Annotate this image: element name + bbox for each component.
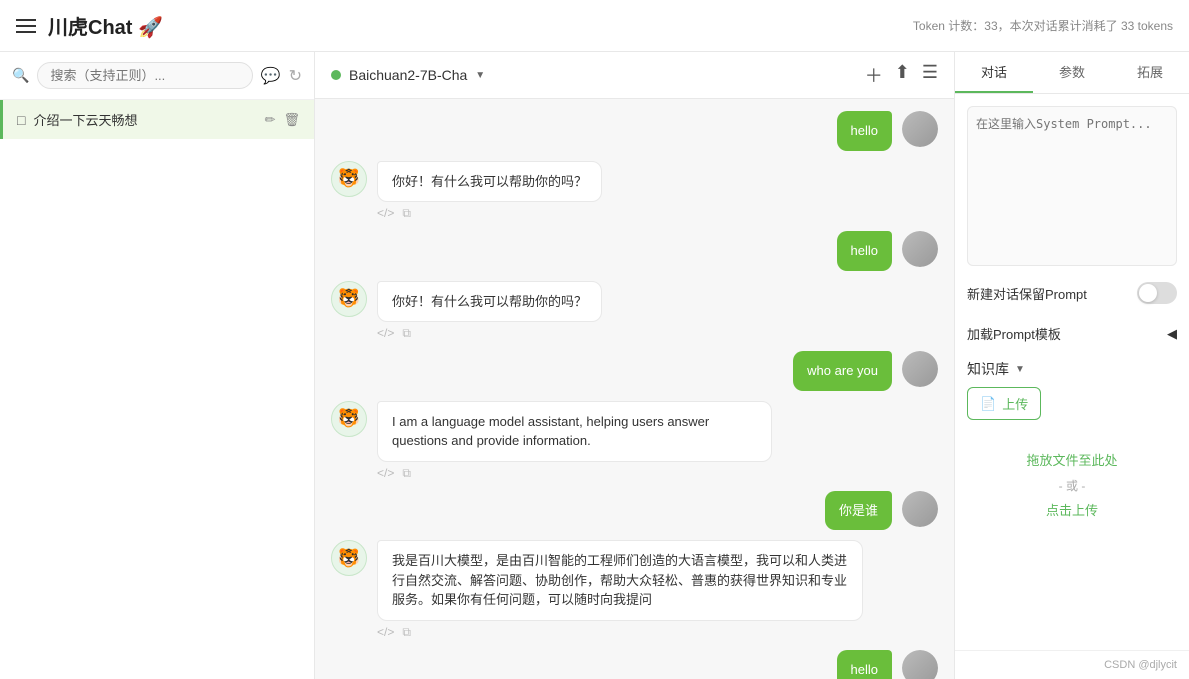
sidebar-item[interactable]: □ 介绍一下云天畅想 ✏ 🗑 <box>0 100 314 139</box>
search-icon: 🔍 <box>12 67 29 84</box>
avatar <box>902 650 938 679</box>
preserve-prompt-toggle[interactable] <box>1137 282 1177 304</box>
chat-header-actions: ＋ ⬆ ☰ <box>865 62 938 88</box>
refresh-icon[interactable]: ↻ <box>289 66 302 86</box>
code-icon[interactable]: </> <box>377 625 394 640</box>
main-layout: 🔍 💬 ↻ □ 介绍一下云天畅想 ✏ 🗑 Baichuan2-7B-Cha ▼ … <box>0 52 1189 679</box>
system-prompt-input[interactable] <box>967 106 1177 266</box>
upload-label: 上传 <box>1002 394 1028 413</box>
right-panel: 对话 参数 拓展 新建对话保留Prompt 加载Prompt模板 ◀ 知识库 ▼ <box>954 52 1189 679</box>
avatar: 🐯 <box>331 540 367 576</box>
or-text: - 或 - <box>967 474 1177 498</box>
user-bubble: hello <box>837 111 892 151</box>
copy-icon[interactable]: ⧉ <box>402 326 411 341</box>
copy-icon[interactable]: ⧉ <box>402 206 411 221</box>
search-bar: 🔍 💬 ↻ <box>0 52 314 100</box>
load-prompt-button[interactable]: 加载Prompt模板 ◀ <box>967 320 1177 347</box>
copy-icon[interactable]: ⧉ <box>402 466 411 481</box>
app-header: 川虎Chat 🚀 Token 计数：33，本次对话累计消耗了 33 tokens <box>0 0 1189 52</box>
avatar: 🐯 <box>331 281 367 317</box>
load-prompt-label: 加载Prompt模板 <box>967 324 1061 343</box>
table-row: who are you <box>331 351 938 391</box>
avatar <box>902 491 938 527</box>
user-bubble: hello <box>837 231 892 271</box>
tab-dialog[interactable]: 对话 <box>955 52 1033 93</box>
upload-button[interactable]: 📄 上传 <box>967 387 1041 420</box>
chat-item-icon: □ <box>17 112 25 128</box>
right-panel-content: 新建对话保留Prompt 加载Prompt模板 ◀ 知识库 ▼ 📄 上传 <box>955 94 1189 650</box>
load-prompt-arrow: ◀ <box>1167 326 1177 342</box>
menu-button[interactable] <box>16 19 36 33</box>
code-icon[interactable]: </> <box>377 206 394 221</box>
avatar <box>902 231 938 267</box>
knowledge-arrow[interactable]: ▼ <box>1015 364 1025 375</box>
settings-icon[interactable]: ☰ <box>922 62 938 88</box>
avatar <box>902 111 938 147</box>
edit-icon[interactable]: ✏ <box>265 112 276 128</box>
model-name[interactable]: Baichuan2-7B-Cha <box>349 67 467 83</box>
message-actions: </> ⧉ <box>377 466 772 481</box>
avatar: 🐯 <box>331 401 367 437</box>
preserve-prompt-label: 新建对话保留Prompt <box>967 284 1087 303</box>
sidebar-item-actions: ✏ 🗑 <box>265 112 300 128</box>
chat-icon[interactable]: 💬 <box>261 66 281 86</box>
export-icon[interactable]: ⬆ <box>895 62 910 88</box>
search-input[interactable] <box>37 62 252 89</box>
table-row: 🐯 你好！有什么我可以帮助你的吗？ </> ⧉ <box>331 161 938 222</box>
model-dropdown-icon[interactable]: ▼ <box>475 70 485 81</box>
csdn-credit: CSDN @djlycit <box>955 650 1189 679</box>
knowledge-section: 知识库 ▼ 📄 上传 拖放文件至此处 - 或 - 点击上传 <box>967 359 1177 544</box>
drop-zone-text: 拖放文件至此处 <box>967 448 1177 474</box>
right-tabs: 对话 参数 拓展 <box>955 52 1189 94</box>
copy-icon[interactable]: ⧉ <box>402 625 411 640</box>
message-actions: </> ⧉ <box>377 206 602 221</box>
table-row: hello <box>331 650 938 679</box>
model-status-dot <box>331 70 341 80</box>
sidebar-item-label: 介绍一下云天畅想 <box>33 110 256 129</box>
search-actions: 💬 ↻ <box>261 66 302 86</box>
knowledge-title: 知识库 ▼ <box>967 359 1177 379</box>
tab-extend[interactable]: 拓展 <box>1111 52 1189 93</box>
add-chat-icon[interactable]: ＋ <box>865 62 883 88</box>
table-row: hello <box>331 111 938 151</box>
message-actions: </> ⧉ <box>377 326 602 341</box>
chat-header: Baichuan2-7B-Cha ▼ ＋ ⬆ ☰ <box>315 52 954 99</box>
table-row: 🐯 I am a language model assistant, helpi… <box>331 401 938 481</box>
code-icon[interactable]: </> <box>377 326 394 341</box>
sidebar: 🔍 💬 ↻ □ 介绍一下云天畅想 ✏ 🗑 <box>0 52 315 679</box>
chat-messages: hello 🐯 你好！有什么我可以帮助你的吗？ </> ⧉ <box>315 99 954 679</box>
bot-bubble: 你好！有什么我可以帮助你的吗？ <box>377 281 602 323</box>
app-title: 川虎Chat 🚀 <box>48 11 163 40</box>
token-info: Token 计数：33，本次对话累计消耗了 33 tokens <box>913 17 1173 34</box>
table-row: 你是谁 <box>331 491 938 531</box>
user-bubble: 你是谁 <box>825 491 892 531</box>
avatar <box>902 351 938 387</box>
bot-bubble: I am a language model assistant, helping… <box>377 401 772 462</box>
message-actions: </> ⧉ <box>377 625 863 640</box>
click-upload-text[interactable]: 点击上传 <box>967 498 1177 524</box>
user-bubble: who are you <box>793 351 892 391</box>
tab-params[interactable]: 参数 <box>1033 52 1111 93</box>
delete-icon[interactable]: 🗑 <box>283 112 300 128</box>
table-row: 🐯 你好！有什么我可以帮助你的吗？ </> ⧉ <box>331 281 938 342</box>
code-icon[interactable]: </> <box>377 466 394 481</box>
avatar: 🐯 <box>331 161 367 197</box>
table-row: hello <box>331 231 938 271</box>
drop-zone[interactable]: 拖放文件至此处 - 或 - 点击上传 <box>967 428 1177 544</box>
user-bubble: hello <box>837 650 892 679</box>
bot-bubble: 你好！有什么我可以帮助你的吗？ <box>377 161 602 203</box>
upload-icon: 📄 <box>980 396 996 412</box>
bot-bubble: 我是百川大模型，是由百川智能的工程师们创造的大语言模型，我可以和人类进行自然交流… <box>377 540 863 621</box>
table-row: 🐯 我是百川大模型，是由百川智能的工程师们创造的大语言模型，我可以和人类进行自然… <box>331 540 938 640</box>
chat-area: Baichuan2-7B-Cha ▼ ＋ ⬆ ☰ hello 🐯 <box>315 52 954 679</box>
preserve-prompt-setting: 新建对话保留Prompt <box>967 278 1177 308</box>
